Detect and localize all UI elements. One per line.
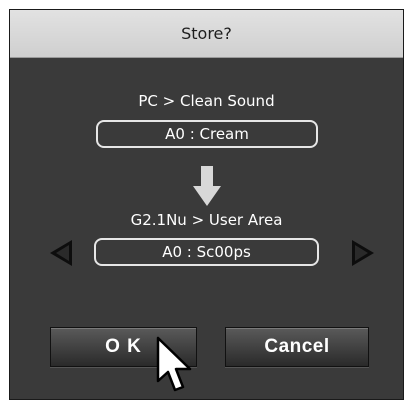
- source-patch-field: A0 : Cream: [96, 120, 318, 148]
- cancel-button[interactable]: Cancel: [225, 327, 369, 367]
- dialog-title: Store?: [10, 10, 403, 58]
- destination-path-label: G2.1Nu > User Area: [130, 211, 283, 229]
- next-patch-icon[interactable]: [352, 240, 374, 266]
- previous-patch-icon[interactable]: [50, 240, 72, 266]
- destination-patch-field[interactable]: A0 : Sc00ps: [94, 238, 319, 266]
- store-dialog: Store? PC > Clean Sound A0 : Cream G2.1N…: [9, 9, 404, 400]
- down-arrow-icon: [193, 166, 221, 206]
- source-path-label: PC > Clean Sound: [138, 92, 275, 110]
- mouse-cursor-icon: [156, 336, 192, 392]
